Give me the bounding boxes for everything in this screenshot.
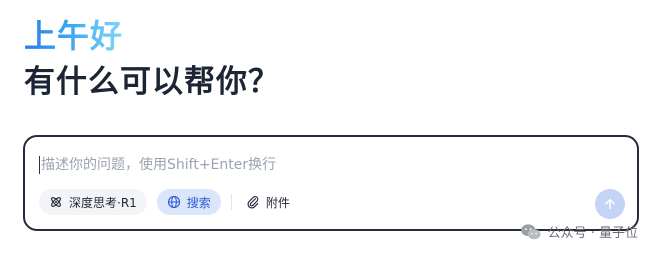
atom-icon: [51, 197, 61, 207]
globe-icon: [167, 195, 180, 209]
text-caret: [39, 156, 40, 174]
search-label: 搜索: [186, 195, 211, 210]
attachment-button[interactable]: 附件: [242, 189, 294, 215]
composer-toolbar: 深度思考·R1 搜索 附件: [39, 189, 294, 215]
wechat-icon: [520, 223, 541, 239]
toolbar-divider: [230, 194, 232, 210]
greeting-question: 有什么可以帮你？: [24, 64, 280, 100]
chat-composer: 深度思考·R1 搜索 附件: [23, 135, 639, 231]
attachment-label: 附件: [265, 195, 290, 210]
send-button[interactable]: [595, 189, 625, 219]
deep-think-toggle[interactable]: 深度思考·R1: [39, 189, 147, 215]
message-input[interactable]: [41, 151, 601, 179]
deep-think-label: 深度思考·R1: [69, 195, 137, 210]
watermark: 公众号 · 量子位: [520, 222, 638, 241]
paperclip-icon: [247, 196, 259, 209]
watermark-text: 公众号 · 量子位: [547, 226, 638, 241]
greeting-title: 上午好: [24, 17, 124, 55]
search-toggle[interactable]: 搜索: [156, 189, 221, 215]
arrow-up-icon: [605, 198, 615, 210]
